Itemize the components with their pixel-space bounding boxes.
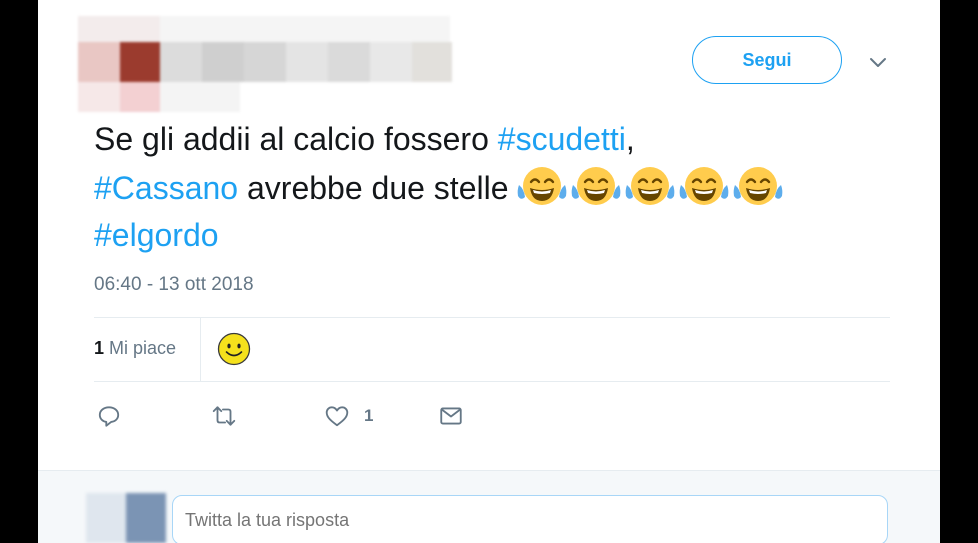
current-user-avatar — [86, 493, 166, 543]
hashtag-link-cassano[interactable]: #Cassano — [94, 170, 238, 206]
likes-label: Mi piace — [104, 338, 177, 358]
emoji-row — [517, 167, 787, 206]
follow-button[interactable]: Segui — [692, 36, 842, 84]
tweet-text-segment: Se gli addii al calcio fossero — [94, 121, 498, 157]
divider — [200, 318, 201, 382]
tweet-text-segment: avrebbe due stelle — [238, 170, 518, 206]
likes-count: 1 — [94, 338, 105, 358]
envelope-icon — [440, 407, 462, 425]
divider — [94, 317, 890, 318]
face-with-tears-of-joy-icon — [734, 167, 783, 205]
retweet-icon — [212, 406, 236, 426]
reply-button[interactable] — [96, 402, 122, 430]
chevron-down-icon[interactable] — [866, 50, 890, 74]
reply-input[interactable] — [172, 495, 888, 543]
face-with-tears-of-joy-icon — [518, 167, 567, 205]
face-with-tears-of-joy-icon — [572, 167, 621, 205]
tweet-card: Segui Se gli addii al calcio fossero #sc… — [38, 0, 940, 543]
liker-avatar-smiley-icon[interactable] — [216, 331, 252, 367]
retweet-button[interactable] — [211, 402, 237, 430]
tweet-timestamp[interactable]: 06:40 - 13 ott 2018 — [94, 274, 254, 296]
reply-bar — [38, 470, 940, 543]
divider — [94, 381, 890, 382]
hashtag-link-scudetti[interactable]: #scudetti — [498, 121, 626, 157]
hashtag-link-elgordo[interactable]: #elgordo — [94, 217, 219, 253]
reply-icon — [98, 406, 120, 427]
like-count: 1 — [364, 406, 374, 425]
blurred-user-info[interactable] — [78, 12, 458, 112]
direct-message-button[interactable] — [438, 402, 464, 430]
face-with-tears-of-joy-icon — [626, 167, 675, 205]
tweet-text-segment: , — [625, 121, 635, 157]
tweet-text: Se gli addii al calcio fossero #scudetti… — [94, 116, 914, 259]
heart-icon — [325, 406, 349, 427]
face-with-tears-of-joy-icon — [680, 167, 729, 205]
like-button[interactable]: 1 — [324, 402, 373, 430]
likes-stat[interactable]: 1 Mi piace — [94, 338, 176, 359]
